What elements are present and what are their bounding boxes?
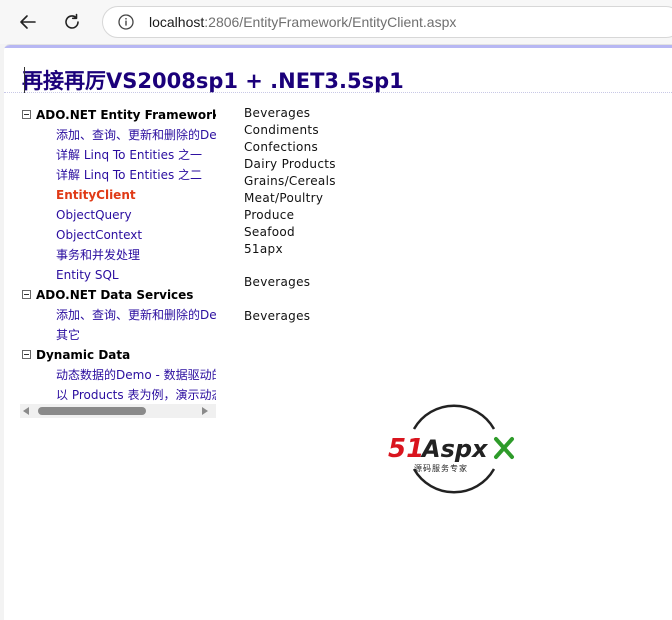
collapse-icon[interactable] <box>22 350 31 359</box>
category-item: Beverages <box>244 106 311 120</box>
tree-item[interactable]: 其它 <box>20 325 216 345</box>
nav-tree: ADO.NET Entity Framework 添加、查询、更新和删除的De 详解… <box>20 105 216 435</box>
text-caret <box>24 67 25 93</box>
scrollbar-thumb[interactable] <box>38 407 146 415</box>
scroll-right-icon[interactable] <box>202 407 208 415</box>
output-line-1: Beverages <box>244 275 311 289</box>
address-bar[interactable]: localhost:2806/EntityFramework/EntityCli… <box>102 6 672 38</box>
refresh-icon <box>65 13 79 29</box>
collapse-icon[interactable] <box>22 290 31 299</box>
category-item: Produce <box>244 208 295 222</box>
tree-item[interactable]: 以 Products 表为例，演示动态 <box>20 385 216 405</box>
tree-item[interactable]: 添加、查询、更新和删除的De <box>20 305 216 325</box>
tree-group-label[interactable]: ADO.NET Data Services <box>36 285 193 305</box>
tree-group[interactable]: Dynamic Data <box>20 345 216 365</box>
collapse-icon[interactable] <box>22 110 31 119</box>
page-title: 再接再厉VS2008sp1 + .NET3.5sp1 <box>22 69 404 93</box>
refresh-button[interactable] <box>56 6 88 38</box>
tree-item[interactable]: ObjectContext <box>20 225 216 245</box>
tree-group-label[interactable]: ADO.NET Entity Framework <box>36 105 216 125</box>
info-icon[interactable] <box>117 13 135 31</box>
tree-group[interactable]: ADO.NET Entity Framework <box>20 105 216 125</box>
tree-item[interactable]: Entity SQL <box>20 265 216 285</box>
scroll-left-icon[interactable] <box>23 407 29 415</box>
category-item: Confections <box>244 140 319 154</box>
accent-bar <box>4 45 672 48</box>
category-item: Condiments <box>244 123 319 137</box>
tree-group-label[interactable]: Dynamic Data <box>36 345 130 365</box>
category-item: 51apx <box>244 242 283 256</box>
title-divider <box>4 92 672 93</box>
51aspx-logo: 51 Aspx 源码服务专家 <box>388 404 514 494</box>
tree-item[interactable]: 事务和并发处理 <box>20 245 216 265</box>
url-text[interactable]: localhost:2806/EntityFramework/EntityCli… <box>149 14 456 30</box>
category-item: Meat/Poultry <box>244 191 324 205</box>
tree-group[interactable]: ADO.NET Data Services <box>20 285 216 305</box>
tree-item[interactable]: ObjectQuery <box>20 205 216 225</box>
category-item: Grains/Cereals <box>244 174 336 188</box>
tree-horizontal-scrollbar[interactable] <box>20 404 216 418</box>
logo-aspx: Aspx <box>420 435 489 463</box>
category-list: Beverages Condiments Confections Dairy Prod… <box>244 105 444 258</box>
browser-toolbar: localhost:2806/EntityFramework/EntityCli… <box>0 0 672 44</box>
tree-item[interactable]: 详解 Linq To Entities 之二 <box>20 165 216 185</box>
page-content: 再接再厉VS2008sp1 + .NET3.5sp1 ADO.NET Entit… <box>4 44 672 620</box>
category-item: Dairy Products <box>244 157 336 171</box>
logo-51: 51 <box>388 434 424 464</box>
output-line-2: Beverages <box>244 309 311 323</box>
category-item: Seafood <box>244 225 295 239</box>
tree-item[interactable]: EntityClient <box>20 185 216 205</box>
back-arrow-icon <box>20 15 36 29</box>
url-path: :2806/EntityFramework/EntityClient.aspx <box>204 14 457 30</box>
url-host: localhost <box>149 14 205 30</box>
back-button[interactable] <box>12 6 44 38</box>
tree-item[interactable]: 动态数据的Demo - 数据驱动的 <box>20 365 216 385</box>
logo-subtitle: 源码服务专家 <box>414 463 468 473</box>
tree-item[interactable]: 添加、查询、更新和删除的De <box>20 125 216 145</box>
tree-item[interactable]: 详解 Linq To Entities 之一 <box>20 145 216 165</box>
